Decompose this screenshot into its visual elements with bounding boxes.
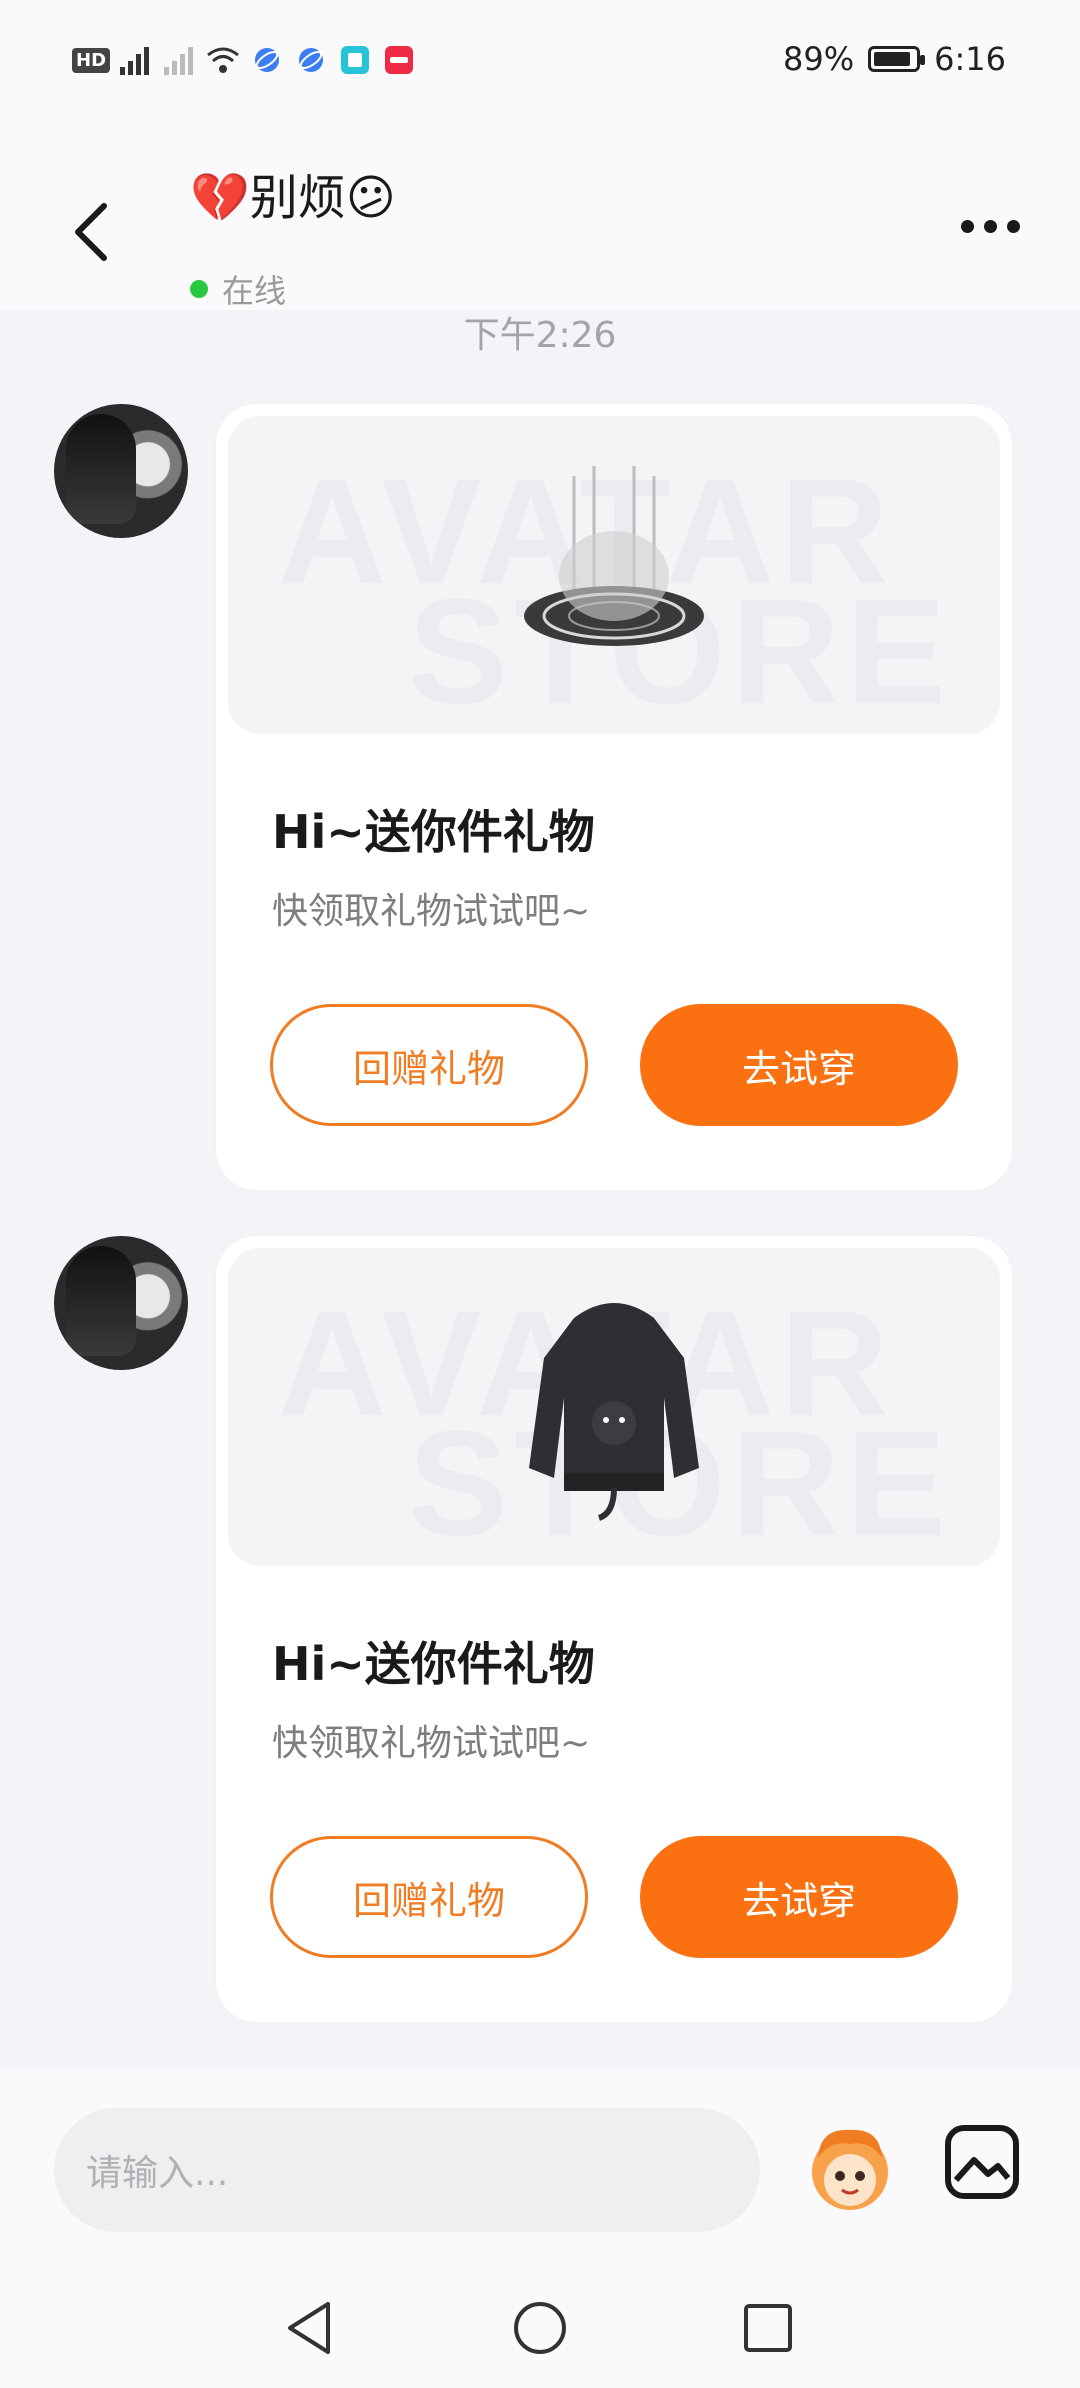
more-options-button[interactable] [961,220,1020,233]
input-placeholder: 请输入... [86,2153,229,2194]
signal-4g-icon [118,44,152,76]
online-dot [190,280,208,298]
input-bar: 请输入... [0,2068,1080,2258]
more-dots-icon [961,220,974,233]
status-right: 89% 6:16 [783,40,1006,78]
app-icon-blue-1 [250,44,284,76]
message-timestamp: 下午2:26 [463,315,617,356]
image-picker-icon[interactable] [942,2122,1022,2202]
gift-card: AVATAR STORE Hi~送你件礼物 快领取礼物试试吧~ 回赠礼物 去试穿 [216,1236,1012,2022]
try-on-button[interactable]: 去试穿 [640,1004,958,1126]
nav-recents-icon[interactable] [738,2298,798,2358]
return-gift-button[interactable]: 回赠礼物 [270,1004,588,1126]
gift-banner: AVATAR STORE [228,416,1000,734]
message-input[interactable]: 请输入... [54,2108,760,2232]
return-gift-button[interactable]: 回赠礼物 [270,1836,588,1958]
system-nav-bar [0,2258,1080,2388]
chat-header: 💔别烦😕 在线 [0,120,1080,310]
battery-fill [874,52,910,66]
red-app-icon [382,44,416,76]
gift-subtitle: 快领取礼物试试吧~ [272,891,591,932]
back-button[interactable] [60,192,120,272]
battery-icon [868,46,926,72]
contact-name: 💔别烦😕 [190,170,396,226]
sender-avatar[interactable] [54,1236,188,1370]
hoodie-icon [529,1303,699,1521]
clock: 6:16 [934,40,1006,78]
book-app-icon [338,44,372,76]
status-bar: HD 89% 6:16 [0,0,1080,120]
nav-back-icon[interactable] [280,2298,340,2358]
gift-banner: AVATAR STORE [228,1248,1000,1566]
signal-empty-icon [162,44,196,76]
gift-subtitle: 快领取礼物试试吧~ [272,1723,591,1764]
gift-title: Hi~送你件礼物 [272,805,595,859]
ring-portal-icon [524,466,704,646]
mascot-emoji-icon[interactable] [800,2118,900,2218]
gift-title: Hi~送你件礼物 [272,1637,595,1691]
sender-avatar[interactable] [54,404,188,538]
try-on-button[interactable]: 去试穿 [640,1836,958,1958]
gift-card: AVATAR STORE Hi~送你件礼物 快领取礼物试试吧~ 回赠礼物 去试穿 [216,404,1012,1190]
wifi-icon [206,44,240,76]
battery-percent: 89% [783,40,855,78]
chat-screen: HD 89% 6:16 💔别烦😕 在线 下午2:26 AVATAR STORE … [0,0,1080,2388]
app-icon-blue-2 [294,44,328,76]
hd-icon: HD [72,44,111,76]
nav-home-icon[interactable] [510,2298,570,2358]
status-left-icons: HD [72,44,416,76]
chevron-left-icon [75,203,107,261]
